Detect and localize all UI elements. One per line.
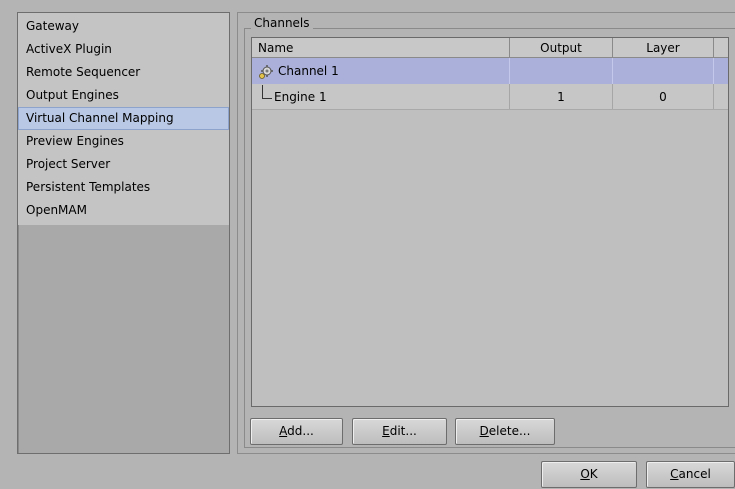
channel-output-cell [510, 58, 613, 84]
category-item-project-server[interactable]: Project Server [18, 153, 229, 176]
channel-name-cell: Channel 1 [252, 58, 510, 84]
category-item-gateway[interactable]: Gateway [18, 15, 229, 38]
row-filler [714, 84, 728, 109]
table-row-engine[interactable]: Engine 1 1 0 [252, 84, 728, 110]
category-item-remote-sequencer[interactable]: Remote Sequencer [18, 61, 229, 84]
category-item-openmam[interactable]: OpenMAM [18, 199, 229, 222]
add-button-label: dd... [287, 424, 314, 438]
category-items: Gateway ActiveX Plugin Remote Sequencer … [18, 13, 229, 225]
table-header: Name Output Layer [252, 38, 728, 58]
category-item-activex-plugin[interactable]: ActiveX Plugin [18, 38, 229, 61]
ok-button-mnemonic: O [580, 467, 590, 481]
engine-layer-cell: 0 [613, 84, 714, 109]
edit-button[interactable]: Edit... [352, 418, 447, 445]
channels-group-title: Channels [251, 16, 313, 30]
cancel-button[interactable]: Cancel [646, 461, 735, 488]
category-item-virtual-channel-mapping[interactable]: Virtual Channel Mapping [18, 107, 229, 130]
settings-category-list: Gateway ActiveX Plugin Remote Sequencer … [17, 12, 230, 454]
edit-button-label: dit... [389, 424, 417, 438]
channels-table[interactable]: Name Output Layer Channel 1 Engine 1 1 0 [251, 37, 729, 407]
row-filler [714, 58, 728, 84]
table-row-channel[interactable]: Channel 1 [252, 58, 728, 84]
channel-name-text: Channel 1 [278, 64, 339, 78]
column-header-filler [714, 38, 728, 57]
ok-button-label: K [589, 467, 598, 481]
delete-button-mnemonic: D [479, 424, 489, 438]
column-header-output[interactable]: Output [510, 38, 613, 57]
engine-output-cell: 1 [510, 84, 613, 109]
column-header-layer[interactable]: Layer [613, 38, 714, 57]
add-button[interactable]: Add... [250, 418, 343, 445]
delete-button-label: elete... [488, 424, 531, 438]
gear-icon [258, 63, 274, 79]
delete-button[interactable]: Delete... [455, 418, 555, 445]
cancel-button-mnemonic: C [670, 467, 679, 481]
category-item-preview-engines[interactable]: Preview Engines [18, 130, 229, 153]
column-header-name[interactable]: Name [252, 38, 510, 57]
channel-layer-cell [613, 58, 714, 84]
engine-name-text: Engine 1 [274, 89, 327, 104]
category-item-persistent-templates[interactable]: Persistent Templates [18, 176, 229, 199]
category-item-output-engines[interactable]: Output Engines [18, 84, 229, 107]
engine-name-cell: Engine 1 [252, 84, 510, 109]
edit-button-mnemonic: E [382, 424, 390, 438]
ok-button[interactable]: OK [541, 461, 637, 488]
cancel-button-label: ancel [678, 467, 711, 481]
tree-connector-icon [262, 84, 272, 99]
add-button-mnemonic: A [279, 424, 288, 438]
